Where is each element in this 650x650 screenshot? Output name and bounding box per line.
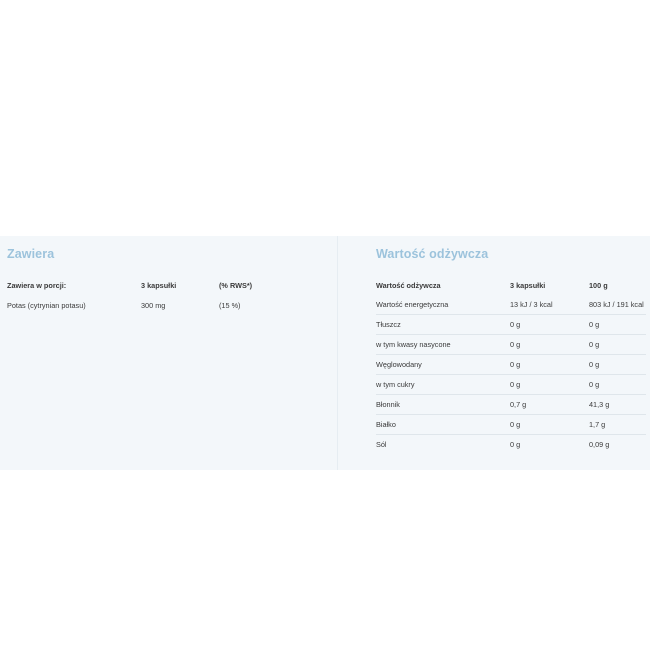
contains-table: Zawiera w porcji: 3 kapsułki (% RWS*) Po…	[7, 276, 262, 315]
nutrient-name: w tym cukry	[376, 380, 415, 389]
table-row: w tym kwasy nasycone 0 g 0 g	[376, 335, 646, 355]
table-row: w tym cukry 0 g 0 g	[376, 375, 646, 395]
nutrient-name: Tłuszcz	[376, 320, 401, 329]
table-row: Węglowodany 0 g 0 g	[376, 355, 646, 375]
nutrient-100g-value: 1,7 g	[589, 420, 606, 429]
table-row: Białko 0 g 1,7 g	[376, 415, 646, 435]
table-row: Tłuszcz 0 g 0 g	[376, 315, 646, 335]
nutrition-header-100g: 100 g	[589, 281, 608, 290]
nutrient-serving-value: 0 g	[510, 440, 521, 449]
nutrition-header-serving: 3 kapsułki	[510, 281, 546, 290]
nutrient-name: Białko	[376, 420, 396, 429]
nutrition-table: Wartość odżywcza 3 kapsułki 100 g Wartoś…	[376, 276, 646, 454]
nutrient-serving-value: 0 g	[510, 360, 521, 369]
table-row: Błonnik 0,7 g 41,3 g	[376, 395, 646, 415]
nutrient-100g-value: 0,09 g	[589, 440, 610, 449]
nutrient-name: w tym kwasy nasycone	[376, 340, 451, 349]
nutrition-header-name: Wartość odżywcza	[376, 281, 441, 290]
contains-header-ingredient: Zawiera w porcji:	[7, 281, 67, 290]
nutrient-name: Węglowodany	[376, 360, 422, 369]
nutrient-serving-value: 0 g	[510, 380, 521, 389]
nutrient-name: Błonnik	[376, 400, 400, 409]
contains-title: Zawiera	[7, 247, 55, 261]
nutrient-100g-value: 0 g	[589, 360, 600, 369]
nutrient-100g-value: 0 g	[589, 340, 600, 349]
nutrient-100g-value: 803 kJ / 191 kcal	[589, 300, 644, 309]
ingredient-amount: 300 mg	[141, 300, 166, 310]
nutrient-100g-value: 0 g	[589, 320, 600, 329]
panel-divider	[337, 236, 338, 470]
nutrient-serving-value: 0 g	[510, 340, 521, 349]
table-row: Potas (cytrynian potasu) 300 mg (15 %)	[7, 295, 262, 315]
nutrient-100g-value: 0 g	[589, 380, 600, 389]
table-row: Wartość energetyczna 13 kJ / 3 kcal 803 …	[376, 295, 646, 315]
nutrition-title: Wartość odżywcza	[376, 247, 489, 261]
contains-header-rws: (% RWS*)	[219, 281, 253, 290]
nutrient-serving-value: 0 g	[510, 320, 521, 329]
nutrient-100g-value: 41,3 g	[589, 400, 610, 409]
nutrient-serving-value: 0 g	[510, 420, 521, 429]
table-row: Sól 0 g 0,09 g	[376, 435, 646, 455]
contains-header-dose: 3 kapsułki	[141, 281, 177, 290]
contains-panel: Zawiera Zawiera w porcji: 3 kapsułki (% …	[0, 236, 337, 470]
nutrient-serving-value: 13 kJ / 3 kcal	[510, 300, 553, 309]
nutrient-name: Wartość energetyczna	[376, 300, 449, 309]
nutrient-name: Sól	[376, 440, 387, 449]
contains-header-row: Zawiera w porcji: 3 kapsułki (% RWS*)	[7, 276, 262, 295]
ingredient-rws: (15 %)	[219, 300, 241, 310]
ingredient-name: Potas (cytrynian potasu)	[7, 300, 86, 310]
nutrition-header-row: Wartość odżywcza 3 kapsułki 100 g	[376, 276, 646, 295]
nutrition-panel: Wartość odżywcza Wartość odżywcza 3 kaps…	[339, 236, 650, 470]
nutrient-serving-value: 0,7 g	[510, 400, 527, 409]
